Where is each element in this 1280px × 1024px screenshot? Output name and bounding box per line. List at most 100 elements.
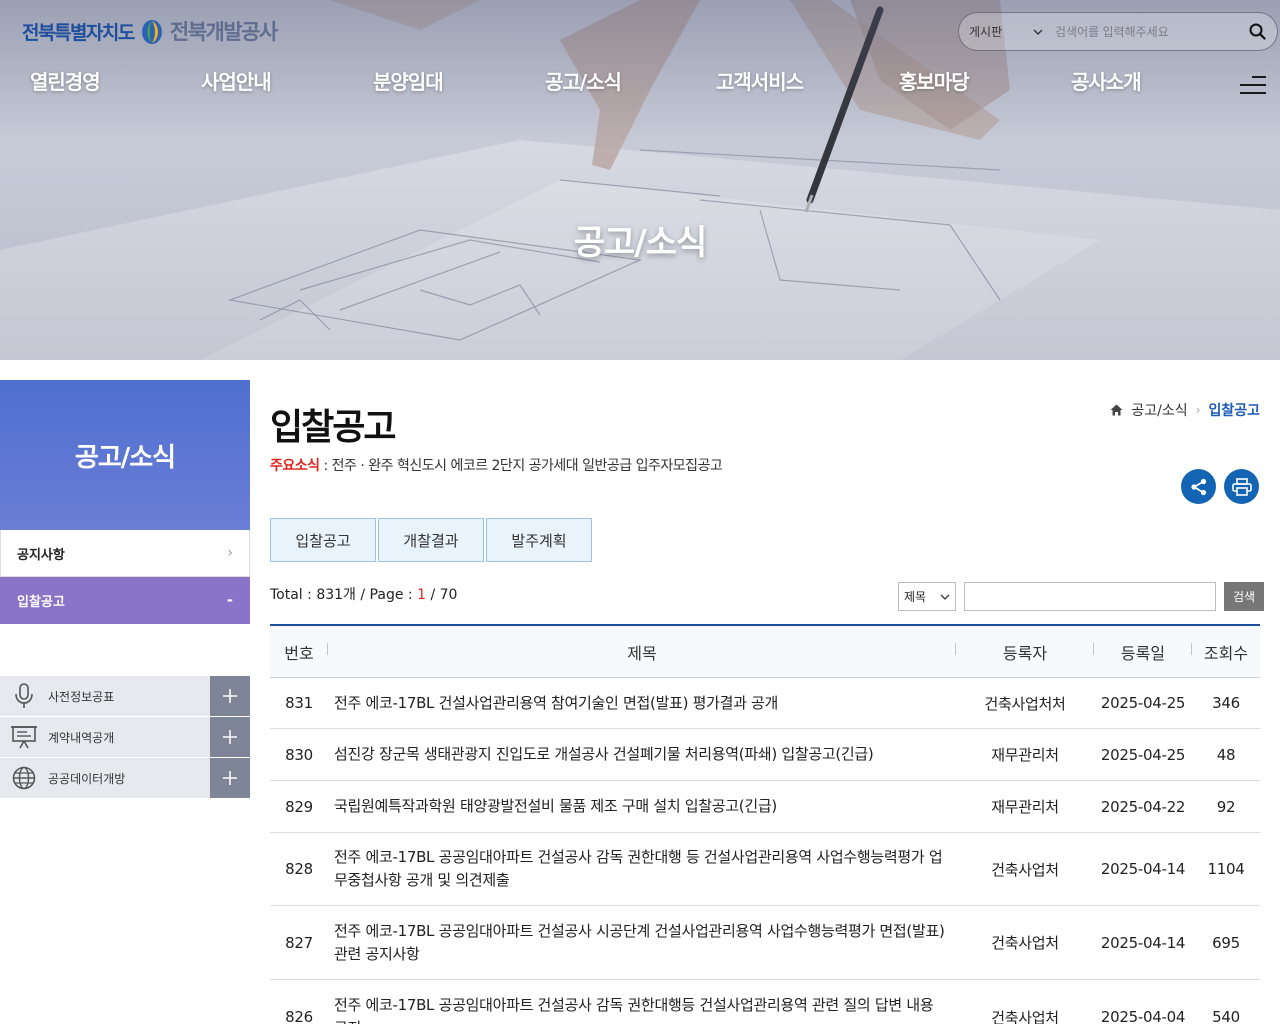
row-number: 830 [285,745,313,764]
row-title-link[interactable]: 전주 에코-17BL 공공임대아파트 건설공사 감독 권한대행등 건설사업관리용… [328,994,956,1024]
hero-title: 공고/소식 [573,223,708,263]
row-views: 92 [1216,797,1236,816]
row-number: 826 [285,1008,313,1024]
row-author: 건축사업처처 [984,694,1066,713]
table-row[interactable]: 830 섬진강 장군목 생태관광지 진입도로 개설공사 건설폐기물 처리용역(파… [270,729,1260,781]
row-views: 48 [1216,745,1236,764]
row-date: 2025-04-25 [1100,694,1186,712]
table-row[interactable]: 826 전주 에코-17BL 공공임대아파트 건설공사 감독 권한대행등 건설사… [270,980,1260,1024]
tab-bid-results[interactable]: 개찰결과 [378,518,484,562]
row-date: 2025-04-25 [1100,745,1186,764]
quick-link-open-data[interactable]: 공공데이터개방 [0,758,250,798]
menu-hamburger-icon[interactable] [1240,74,1266,96]
notice-ticker[interactable]: 주요소식 : 전주 · 완주 혁신도시 에코르 2단지 공가세대 일반공급 입주… [270,455,723,475]
gnb-item-management[interactable]: 열린경영 [30,66,101,95]
sidebar-menu: 공지사항 › 입찰공고 - [0,530,250,624]
plus-icon[interactable] [210,758,250,798]
row-author: 건축사업처 [991,860,1059,879]
sidebar-item-label: 공지사항 [17,547,65,563]
gnb-item-pr[interactable]: 홍보마당 [899,66,970,95]
board-search-button[interactable]: 검색 [1224,582,1264,611]
row-number: 829 [285,797,313,816]
breadcrumb-parent[interactable]: 공고/소식 [1131,400,1187,420]
board-search-input[interactable] [964,582,1216,611]
main-navigation: 열린경영 사업안내 분양임대 공고/소식 고객서비스 홍보마당 공사소개 [0,66,1280,102]
quick-link-label: 공공데이터개방 [48,771,126,786]
search-field-select[interactable]: 제목 [898,582,956,611]
gnb-item-about[interactable]: 공사소개 [1071,66,1142,95]
quick-link-label: 계약내역공개 [48,730,115,745]
total-pages: / 70 [426,587,458,603]
globe-icon [12,766,36,790]
breadcrumb-current[interactable]: 입찰공고 [1208,400,1260,420]
row-author: 재무관리처 [991,746,1059,764]
search-icon [1249,23,1266,40]
search-field-label: 제목 [904,590,927,604]
row-date: 2025-04-14 [1100,933,1186,952]
total-value: 831개 [316,587,356,603]
header-search: 게시판 [958,12,1278,51]
breadcrumb: 공고/소식 › 입찰공고 [1110,400,1260,420]
tab-bid-notice[interactable]: 입찰공고 [270,518,376,562]
current-page: 1 [417,587,426,603]
table-row[interactable]: 828 전주 에코-17BL 공공임대아파트 건설공사 감독 권한대행 등 건설… [270,833,1260,906]
gnb-item-business[interactable]: 사업안내 [201,66,272,95]
home-icon[interactable] [1110,404,1123,416]
search-scope-select[interactable]: 게시판 [959,13,1055,50]
table-row[interactable]: 831 전주 에코-17BL 건설사업관리용역 참여기술인 면접(발표) 평가결… [270,678,1260,729]
row-views: 540 [1212,1008,1240,1024]
row-title-link[interactable]: 전주 에코-17BL 공공임대아파트 건설공사 시공단계 건설사업관리용역 사업… [328,920,956,966]
col-date: 등록일 [1094,640,1192,664]
col-views: 조회수 [1203,643,1249,663]
notice-tag: 주요소식 [270,458,320,474]
chevron-down-icon [1033,29,1043,35]
minus-icon: - [226,591,233,609]
share-button[interactable] [1181,469,1216,504]
sidebar-quick-links: 사전정보공표 계약내역공개 공공데이터개방 [0,676,250,799]
gnb-item-customer-service[interactable]: 고객서비스 [716,66,804,95]
row-date: 2025-04-22 [1100,797,1186,816]
gnb-item-sales-lease[interactable]: 분양임대 [373,66,444,95]
table-row[interactable]: 827 전주 에코-17BL 공공임대아파트 건설공사 시공단계 건설사업관리용… [270,906,1260,980]
site-logo[interactable]: 전북특별자치도 전북개발공사 [22,14,278,48]
total-label: Total : [270,587,317,603]
quick-link-pre-disclosure[interactable]: 사전정보공표 [0,676,250,716]
sidebar-item-bids[interactable]: 입찰공고 - [0,577,250,624]
share-icon [1190,478,1206,495]
quick-link-contract-disclosure[interactable]: 계약내역공개 [0,717,250,757]
table-row[interactable]: 829 국립원예특작과학원 태양광발전설비 물품 제조 구매 설치 입찰공고(긴… [270,781,1260,833]
printer-icon [1231,477,1252,496]
sidebar-item-label: 입찰공고 [17,594,65,610]
print-button[interactable] [1224,469,1259,504]
sidebar-item-notices[interactable]: 공지사항 › [0,530,250,577]
row-number: 831 [285,694,313,712]
notice-text: : 전주 · 완주 혁신도시 에코르 2단지 공가세대 일반공급 입주자모집공고 [319,458,723,474]
col-title: 제목 [328,640,956,664]
sidebar-title: 공고/소식 [74,442,176,473]
col-author: 등록자 [956,640,1094,664]
row-title-link[interactable]: 섬진강 장군목 생태관광지 진입도로 개설공사 건설폐기물 처리용역(파쇄) 입… [328,743,956,766]
logo-region-text: 전북특별자치도 [22,21,135,44]
plus-icon[interactable] [210,717,250,757]
row-views: 346 [1212,694,1240,712]
row-date: 2025-04-14 [1100,860,1186,878]
gnb-item-notices[interactable]: 공고/소식 [545,66,622,95]
row-title-link[interactable]: 국립원예특작과학원 태양광발전설비 물품 제조 구매 설치 입찰공고(긴급) [328,795,956,818]
plus-icon[interactable] [210,676,250,716]
logo-emblem-icon [141,20,162,44]
hero-banner: 공고/소식 [0,0,1280,360]
presentation-board-icon [11,726,37,749]
quick-link-label: 사전정보공표 [48,689,115,704]
hero-overlay [0,0,1280,360]
row-title-link[interactable]: 전주 에코-17BL 공공임대아파트 건설공사 감독 권한대행 등 건설사업관리… [328,846,956,892]
tab-order-plan[interactable]: 발주계획 [486,518,592,562]
row-title-link[interactable]: 전주 에코-17BL 건설사업관리용역 참여기술인 면접(발표) 평가결과 공개 [328,692,956,715]
chevron-down-icon [940,594,950,600]
logo-org-text: 전북개발공사 [169,20,278,44]
row-author: 건축사업처 [991,1008,1059,1024]
search-input[interactable] [1055,13,1237,50]
sidebar-header: 공고/소식 [0,380,250,530]
search-button[interactable] [1237,13,1277,50]
table-header: 번호 제목 등록자 등록일 조회수 [270,626,1260,678]
total-count: Total : 831개 / Page : 1 / 70 [270,584,457,604]
